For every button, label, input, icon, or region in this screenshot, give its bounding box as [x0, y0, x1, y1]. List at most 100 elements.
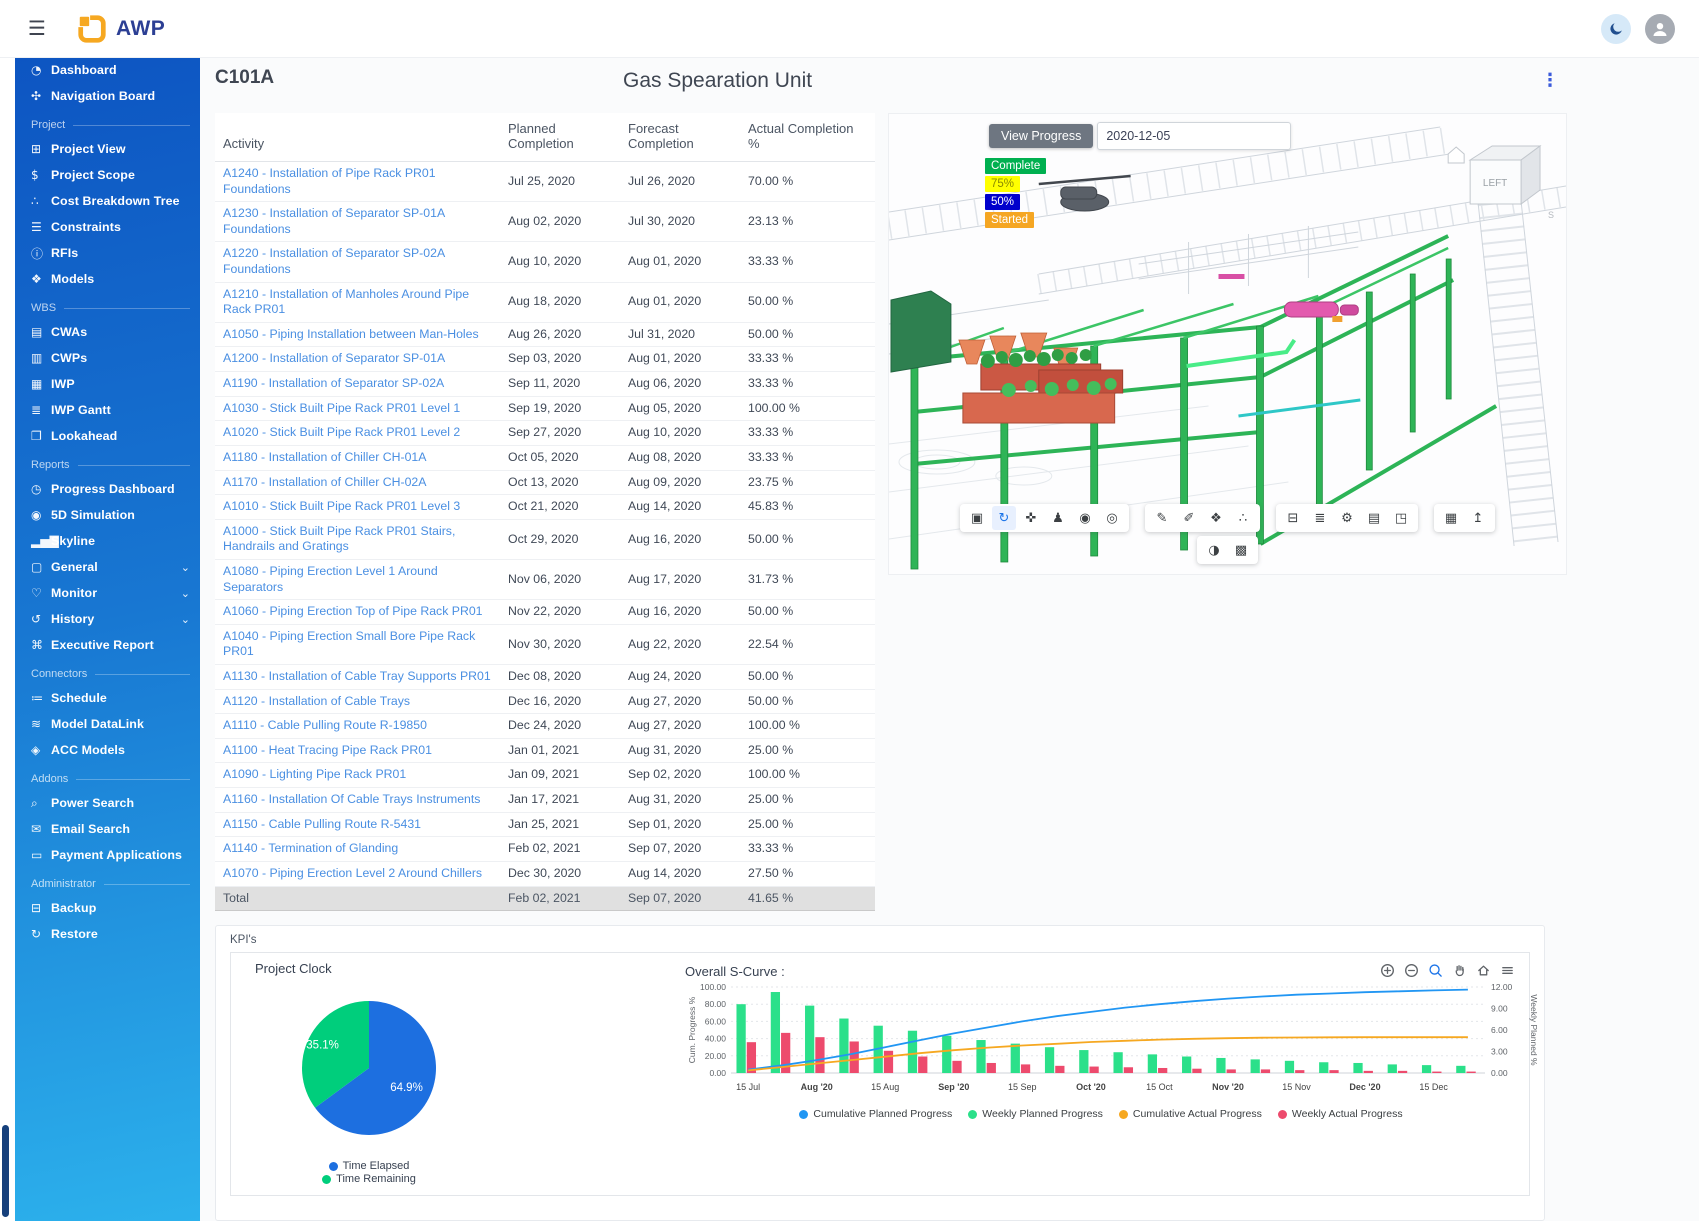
activity-link[interactable]: A1010 - Stick Built Pipe Rack PR01 Level… [223, 499, 460, 513]
sidebar-item-schedule[interactable]: ≔ Schedule [15, 685, 200, 711]
hamburger-menu-button[interactable]: ☰ [22, 15, 52, 42]
map-icon[interactable]: ▦ [1439, 506, 1463, 530]
actual-completion-cell: 27.50 % [740, 861, 875, 887]
view-progress-button[interactable]: View Progress [989, 124, 1094, 148]
activity-link[interactable]: A1040 - Piping Erection Small Bore Pipe … [223, 629, 475, 659]
kebab-menu-button[interactable]: ⋮ [1535, 69, 1565, 92]
chart-menu-button[interactable] [1497, 961, 1517, 981]
sidebar-item-payment-applications[interactable]: ▭ Payment Applications [15, 842, 200, 868]
video-camera-icon[interactable]: ◉ [1073, 506, 1097, 530]
activity-link[interactable]: A1150 - Cable Pulling Route R-5431 [223, 817, 421, 831]
activity-link[interactable]: A1110 - Cable Pulling Route R-19850 [223, 718, 427, 732]
sidebar-item-acc-models[interactable]: ◈ ACC Models [15, 737, 200, 763]
sidebar-item-cwps[interactable]: ▥ CWPs [15, 345, 200, 371]
sidebar-item-email-search[interactable]: ✉ Email Search [15, 816, 200, 842]
sidebar-item-cost-breakdown-tree[interactable]: ∴ Cost Breakdown Tree [15, 188, 200, 214]
snapshot-camera-icon[interactable]: ◎ [1100, 506, 1124, 530]
activity-link[interactable]: A1230 - Installation of Separator SP-01A… [223, 206, 444, 236]
sidebar-item-iwp[interactable]: ▦ IWP [15, 371, 200, 397]
sidebar-item-history[interactable]: ↺ History ⌄ [15, 606, 200, 632]
sidebar-item-power-search[interactable]: ⌕ Power Search [15, 790, 200, 816]
activity-link[interactable]: A1210 - Installation of Manholes Around … [223, 287, 469, 317]
zoom-in-button[interactable] [1377, 961, 1397, 981]
pan-hand-icon[interactable]: ✜ [1019, 506, 1043, 530]
user-avatar[interactable] [1645, 13, 1675, 44]
activity-link[interactable]: A1180 - Installation of Chiller CH-01A [223, 450, 426, 464]
activity-link[interactable]: A1090 - Lighting Pipe Rack PR01 [223, 767, 406, 781]
activity-link[interactable]: A1070 - Piping Erection Level 2 Around C… [223, 866, 482, 880]
explode-icon[interactable]: ❖ [1204, 506, 1228, 530]
sidebar-item-executive-report[interactable]: ⌘ Executive Report [15, 632, 200, 658]
activity-link[interactable]: A1120 - Installation of Cable Trays [223, 694, 410, 708]
table-header-row: Activity Planned Completion Forecast Compl… [215, 113, 875, 162]
activity-link[interactable]: A1170 - Installation of Chiller CH-02A [223, 475, 426, 489]
actual-completion-cell: 50.00 % [740, 599, 875, 625]
weekly-planned-progress-bar [1010, 1043, 1020, 1074]
weekly-planned-progress-bar [1216, 1058, 1226, 1074]
sidebar-item-monitor[interactable]: ♡ Monitor ⌄ [15, 580, 200, 606]
sidebar-item-project-view[interactable]: ⊞ Project View [15, 136, 200, 162]
actual-completion-cell: 100.00 % [740, 762, 875, 789]
sidebar-item-navigation-board[interactable]: ✣ Navigation Board [15, 83, 200, 109]
planned-completion-cell: Jan 09, 2021 [500, 762, 620, 789]
sidebar-item-model-datalink[interactable]: ≋ Model DataLink [15, 711, 200, 737]
chart-legend-item[interactable]: Cumulative Planned Progress [799, 1108, 952, 1120]
sidebar-item-lookahead[interactable]: ❐ Lookahead [15, 423, 200, 449]
image-icon[interactable]: ▩ [1229, 538, 1253, 562]
measure-icon[interactable]: ✎ [1150, 506, 1174, 530]
activity-link[interactable]: A1130 - Installation of Cable Tray Suppo… [223, 669, 491, 683]
sidebar-item-cwas[interactable]: ▤ CWAs [15, 319, 200, 345]
model-tree-icon[interactable]: ⊟ [1281, 506, 1305, 530]
sidebar-section-project: Project [31, 119, 190, 131]
activity-link[interactable]: A1100 - Heat Tracing Pipe Rack PR01 [223, 743, 432, 757]
reset-home-button[interactable] [1473, 961, 1493, 981]
sidebar-item-skyline[interactable]: ▂▅▇ Skyline [15, 528, 200, 554]
chart-legend-item[interactable]: Weekly Planned Progress [968, 1108, 1103, 1120]
pan-hand-button[interactable] [1449, 961, 1469, 981]
activity-link[interactable]: A1240 - Installation of Pipe Rack PR01 F… [223, 166, 436, 196]
zoom-select-button[interactable] [1425, 961, 1445, 981]
sidebar-item-constraints[interactable]: ☰ Constraints [15, 214, 200, 240]
sidebar-item-restore[interactable]: ↻ Restore [15, 921, 200, 947]
orbit-icon[interactable]: ↻ [992, 506, 1016, 530]
layers-icon[interactable]: ≣ [1308, 506, 1332, 530]
sidebar-item-5d-simulation[interactable]: ◉ 5D Simulation [15, 502, 200, 528]
activity-link[interactable]: A1190 - Installation of Separator SP-02A [223, 376, 444, 390]
chart-legend-item[interactable]: Weekly Actual Progress [1277, 1108, 1403, 1120]
activity-link[interactable]: A1020 - Stick Built Pipe Rack PR01 Level… [223, 425, 460, 439]
activity-link[interactable]: A1220 - Installation of Separator SP-02A… [223, 246, 444, 276]
settings-gear-icon[interactable]: ⚙ [1335, 506, 1359, 530]
walkthrough-icon[interactable]: ♟ [1046, 506, 1070, 530]
progress-date-input[interactable] [1097, 122, 1292, 150]
activity-link[interactable]: A1000 - Stick Built Pipe Rack PR01 Stair… [223, 524, 455, 554]
palette-icon[interactable]: ◑ [1202, 538, 1226, 562]
sidebar-scrollbar[interactable] [2, 1125, 9, 1217]
sidebar-item-rfis[interactable]: ⓘ RFIs [15, 240, 200, 266]
activity-link[interactable]: A1060 - Piping Erection Top of Pipe Rack… [223, 604, 483, 618]
elevation-icon[interactable]: ↥ [1466, 506, 1490, 530]
sidebar-item-progress-dashboard[interactable]: ◷ Progress Dashboard [15, 476, 200, 502]
dark-mode-toggle[interactable] [1601, 13, 1631, 44]
sidebar-item-backup[interactable]: ⊟ Backup [15, 895, 200, 921]
sidebar-item-general[interactable]: ▢ General ⌄ [15, 554, 200, 580]
chart-legend-item[interactable]: Cumulative Actual Progress [1118, 1108, 1262, 1120]
zoom-out-button[interactable] [1401, 961, 1421, 981]
actual-completion-cell: 100.00 % [740, 713, 875, 739]
acc-models-icon: ◈ [31, 743, 41, 757]
window-select-icon[interactable]: ▣ [965, 506, 989, 530]
sidebar-item-iwp-gantt[interactable]: ≣ IWP Gantt [15, 397, 200, 423]
export-icon[interactable]: ◳ [1389, 506, 1413, 530]
activity-link[interactable]: A1080 - Piping Erection Level 1 Around S… [223, 564, 438, 594]
activity-link[interactable]: A1200 - Installation of Separator SP-01A [223, 351, 445, 365]
point-cloud-icon[interactable]: ∴ [1231, 506, 1255, 530]
sidebar-item-project-scope[interactable]: $ Project Scope [15, 162, 200, 188]
markup-icon[interactable]: ✐ [1177, 506, 1201, 530]
legend-dot-icon [799, 1109, 809, 1119]
sidebar-item-dashboard[interactable]: ◔ Dashboard [15, 57, 200, 83]
activity-link[interactable]: A1050 - Piping Installation between Man-… [223, 327, 479, 341]
sidebar-item-models[interactable]: ❖ Models [15, 266, 200, 292]
activity-link[interactable]: A1160 - Installation Of Cable Trays Inst… [223, 792, 480, 806]
activity-link[interactable]: A1140 - Termination of Glanding [223, 841, 398, 855]
properties-icon[interactable]: ▤ [1362, 506, 1386, 530]
activity-link[interactable]: A1030 - Stick Built Pipe Rack PR01 Level… [223, 401, 460, 415]
